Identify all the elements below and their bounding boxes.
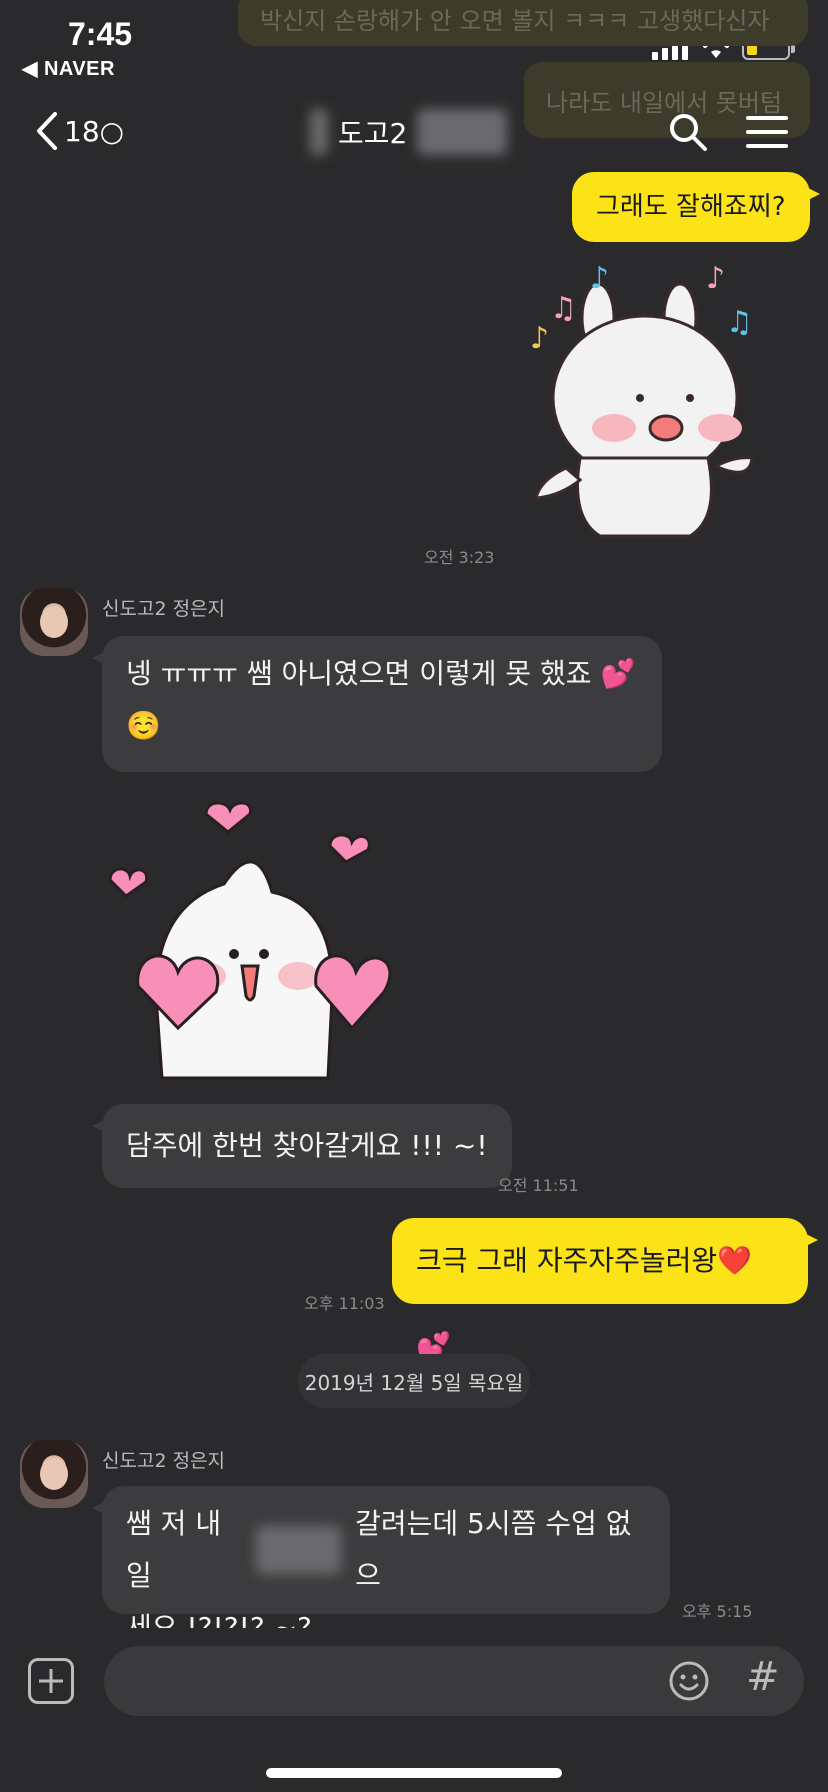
- bunny-music-sticker[interactable]: ♪ ♫ ♪ ♪ ♫: [530, 258, 760, 558]
- search-icon[interactable]: [668, 112, 708, 152]
- status-time: 7:45: [68, 16, 133, 52]
- menu-icon[interactable]: [746, 116, 788, 158]
- sender-name: 신도고2 정은지: [102, 1450, 226, 1472]
- date-divider: 2019년 12월 5일 목요일: [298, 1354, 530, 1408]
- my-message-bubble[interactable]: 크극 그래 자주자주놀러왕❤️💕: [392, 1218, 818, 1363]
- svg-text:♪: ♪: [706, 261, 725, 296]
- emoji-icon[interactable]: [668, 1660, 710, 1702]
- message-timestamp: 오전 11:51: [498, 1176, 579, 1195]
- their-message-bubble[interactable]: 넹 ㅠㅠㅠ 쌤 아니였으면 이렇게 못 했죠 💕 ☺️: [92, 636, 662, 772]
- bunny-hearts-sticker[interactable]: [106, 796, 396, 1086]
- faded-message: 박신지 손랑해가 안 오면 볼지 ㅋㅋㅋ 고생했다신자: [238, 0, 808, 46]
- message-line: ☺️: [126, 709, 161, 742]
- plus-icon[interactable]: [28, 1658, 74, 1704]
- svg-text:♪: ♪: [530, 321, 549, 356]
- back-to-app-link[interactable]: ◀ NAVER: [22, 56, 115, 81]
- redacted-block: [310, 109, 328, 155]
- chevron-left-icon: [37, 112, 57, 150]
- chat-title[interactable]: 도고2: [310, 108, 508, 156]
- redacted-block: [417, 109, 508, 155]
- message-line: 넹 ㅠㅠㅠ 쌤 아니였으면 이렇게 못 했죠 💕: [126, 657, 636, 690]
- message-timestamp: 오전 3:23: [424, 548, 495, 567]
- home-indicator[interactable]: [266, 1768, 562, 1778]
- hashtag-search-button[interactable]: #: [746, 1654, 780, 1700]
- svg-text:♫: ♫: [726, 305, 753, 340]
- svg-text:♫: ♫: [550, 291, 577, 326]
- chat-title-text: 도고2: [338, 117, 408, 150]
- sender-name: 신도고2 정은지: [102, 598, 226, 620]
- redacted-block: [256, 1526, 342, 1574]
- my-message-bubble[interactable]: 그래도 잘해죠찌?: [572, 172, 820, 242]
- message-timestamp: 오후 11:03: [304, 1294, 385, 1313]
- message-line: 갈려는데 5시쯤 수업 없으: [355, 1507, 632, 1592]
- svg-text:♪: ♪: [590, 261, 609, 296]
- message-line: 쌤 저 내일: [126, 1507, 222, 1592]
- back-button[interactable]: 18○: [36, 112, 124, 150]
- message-composer: #: [0, 1628, 828, 1792]
- their-message-bubble[interactable]: 담주에 한번 찾아갈게요 !!! ~!: [92, 1104, 512, 1188]
- their-message-bubble[interactable]: 쌤 저 내일 갈려는데 5시쯤 수업 없으 세요 !?!?!? ~?: [92, 1486, 670, 1644]
- unread-count: 18○: [64, 114, 125, 148]
- chat-header: 18○ 도고2: [0, 98, 828, 168]
- avatar[interactable]: [20, 588, 88, 656]
- message-timestamp: 오후 5:15: [682, 1602, 753, 1621]
- avatar[interactable]: [20, 1440, 88, 1508]
